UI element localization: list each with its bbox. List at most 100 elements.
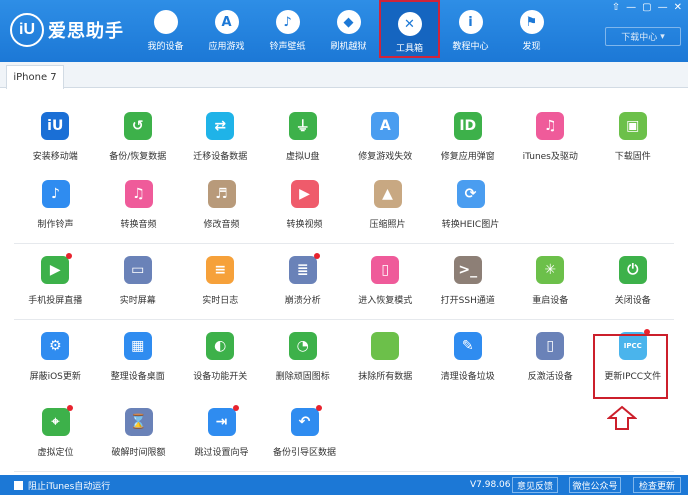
tool-label: 转换视频	[286, 220, 323, 230]
tool-migrate[interactable]: ⇄ 迁移设备数据	[179, 100, 262, 168]
icon-glyph: ▦	[131, 338, 145, 354]
icon-glyph: ▶	[299, 186, 310, 202]
tool-label: 修改音频	[203, 220, 240, 230]
icon-glyph: ⟳	[464, 186, 477, 202]
tool-video[interactable]: ▶ 转换视频	[263, 168, 346, 243]
tool-label: 虚拟定位	[37, 448, 74, 458]
maximize-icon[interactable]: ▢	[642, 2, 651, 13]
nav-item-2[interactable]: ♪ 铃声壁纸	[257, 0, 318, 58]
tool-photo[interactable]: ▲ 压缩照片	[346, 168, 429, 243]
tool-label: 安装移动端	[32, 152, 78, 162]
icon-glyph: A	[379, 118, 391, 134]
toolbox-grid: iU 安装移动端 ↺ 备份/恢复数据 ⇄ 迁移设备数据 ⏚ 虚拟U盘 A 修复游戏失效 ID 修复应用…	[14, 100, 674, 472]
photo-icon: ▲	[373, 180, 402, 208]
tool-apple-erase[interactable]: 抹除所有数据	[344, 320, 427, 396]
tool-monitor[interactable]: ▭ 实时屏幕	[97, 244, 180, 319]
minimize-icon[interactable]: —	[658, 2, 668, 13]
tool-backup[interactable]: ↺ 备份/恢复数据	[97, 100, 180, 168]
tool-skip[interactable]: ⇥ 跳过设置向导	[180, 396, 263, 471]
skip-icon: ⇥	[207, 405, 239, 436]
tool-grid[interactable]: ▦ 整理设备桌面	[97, 320, 180, 396]
nav-label: 我的设备	[147, 42, 184, 52]
tool-label: 制作铃声	[37, 220, 74, 230]
tab-iphone-7[interactable]: iPhone 7	[6, 65, 64, 89]
icon-glyph: ⇥	[215, 414, 228, 430]
tool-screen-cast[interactable]: ▶ 手机投屏直播	[14, 244, 97, 319]
icon-glyph: ▯	[546, 338, 555, 354]
tool-broom[interactable]: ✎ 清理设备垃圾	[427, 320, 510, 396]
icon-glyph: ♪	[51, 186, 60, 202]
flag-icon: ⚑	[519, 10, 544, 34]
feedback-button[interactable]: 意见反馈	[512, 477, 558, 493]
tool-restart[interactable]: ✳ 重启设备	[509, 244, 592, 319]
device-tab-bar: iPhone 7	[0, 62, 688, 89]
tool-terminal[interactable]: >_ 打开SSH通道	[427, 244, 510, 319]
tool-usb[interactable]: ⏚ 虚拟U盘	[262, 100, 345, 168]
icon-glyph: iU	[47, 118, 64, 134]
tool-music[interactable]: ♫ 转换音频	[97, 168, 180, 243]
toggle-icon: ◐	[206, 332, 235, 360]
window-controls: ⇧ — ▢ — ✕	[612, 2, 682, 13]
tool-label: 备份/恢复数据	[109, 152, 167, 162]
tool-label: 转换音频	[120, 220, 157, 230]
tool-label: 修复游戏失效	[358, 152, 413, 162]
itunes-autorun-toggle[interactable]: 阻止iTunes自动运行	[14, 479, 110, 492]
tool-label: 重启设备	[532, 296, 569, 306]
tool-bell[interactable]: ♪ 制作铃声	[14, 168, 97, 243]
apple-erase-icon	[371, 332, 400, 360]
tool-label: 转换HEIC图片	[441, 220, 500, 230]
tool-gear[interactable]: ⚙ 屏蔽iOS更新	[14, 320, 97, 396]
tool-label: iTunes及驱动	[522, 152, 578, 162]
tool-location[interactable]: ⌖ 虚拟定位	[14, 396, 97, 471]
tool-app-store[interactable]: A 修复游戏失效	[344, 100, 427, 168]
tool-log[interactable]: ≡ 实时日志	[179, 244, 262, 319]
nav-item-3[interactable]: ◆ 刷机越狱	[318, 0, 379, 58]
hourglass-icon: ⌛	[124, 408, 153, 436]
tool-label: 整理设备桌面	[110, 372, 165, 382]
app-store-icon: A	[371, 112, 400, 140]
backup-icon: ↺	[123, 112, 152, 140]
icon-glyph: ◔	[296, 338, 309, 354]
gear-icon: ⚙	[41, 332, 70, 360]
screen-cast-icon: ▶	[41, 253, 73, 284]
minimize-line-icon[interactable]: —	[626, 2, 636, 13]
tool-cube[interactable]: ▣ 下载固件	[592, 100, 675, 168]
tool-power[interactable]: ⏻ 关闭设备	[592, 244, 675, 319]
tool-pie[interactable]: ◔ 删除顽固图标	[262, 320, 345, 396]
close-icon[interactable]: ✕	[674, 2, 682, 13]
nav-item-1[interactable]: A 应用游戏	[196, 0, 257, 58]
tool-boot-backup[interactable]: ↶ 备份引导区数据	[263, 396, 346, 471]
tool-label: 清理设备垃圾	[440, 372, 495, 382]
tool-deactivate[interactable]: ▯ 反激活设备	[509, 320, 592, 396]
tool-crash[interactable]: ≣ 崩溃分析	[262, 244, 345, 319]
upload-icon[interactable]: ⇧	[612, 2, 620, 13]
nav-label: 刷机越狱	[330, 42, 367, 52]
notification-dot	[66, 405, 73, 411]
tool-row: ⚙ 屏蔽iOS更新 ▦ 整理设备桌面 ◐ 设备功能开关 ◔ 删除顽固图标 抹除所有数据 ✎ 清理设备…	[14, 320, 674, 396]
wechat-button[interactable]: 微信公众号	[569, 477, 621, 493]
music-wallpaper-icon: ♪	[275, 10, 300, 34]
tool-heic[interactable]: ⟳ 转换HEIC图片	[429, 168, 512, 243]
nav-item-0[interactable]: 我的设备	[135, 0, 196, 58]
nav-item-6[interactable]: ⚑ 发现	[501, 0, 562, 58]
tool-recovery[interactable]: ▯ 进入恢复模式	[344, 244, 427, 319]
itunes-icon: ♫	[536, 112, 565, 140]
download-center-button[interactable]: 下载中心 ▾	[605, 27, 681, 46]
check-update-button[interactable]: 检查更新	[633, 477, 681, 493]
icon-glyph: ✳	[544, 262, 557, 278]
icon-glyph: ▲	[382, 186, 393, 202]
tool-hourglass[interactable]: ⌛ 破解时间限额	[97, 396, 180, 471]
nav-item-5[interactable]: i 教程中心	[440, 0, 501, 58]
icon-glyph: ⇄	[214, 118, 227, 134]
tools-icon: ✕	[397, 12, 422, 36]
tool-label: 屏蔽iOS更新	[29, 372, 81, 382]
tool-toggle[interactable]: ◐ 设备功能开关	[179, 320, 262, 396]
nav-item-4[interactable]: ✕ 工具箱	[379, 0, 440, 58]
tool-iu[interactable]: iU 安装移动端	[14, 100, 97, 168]
itunes-autorun-checkbox[interactable]	[14, 480, 23, 490]
tool-itunes[interactable]: ♫ iTunes及驱动	[509, 100, 592, 168]
bell-icon: ♪	[41, 180, 70, 208]
icon-glyph: ↺	[131, 118, 144, 134]
tool-apple-id[interactable]: ID 修复应用弹窗	[427, 100, 510, 168]
tool-audio-edit[interactable]: ♬ 修改音频	[180, 168, 263, 243]
